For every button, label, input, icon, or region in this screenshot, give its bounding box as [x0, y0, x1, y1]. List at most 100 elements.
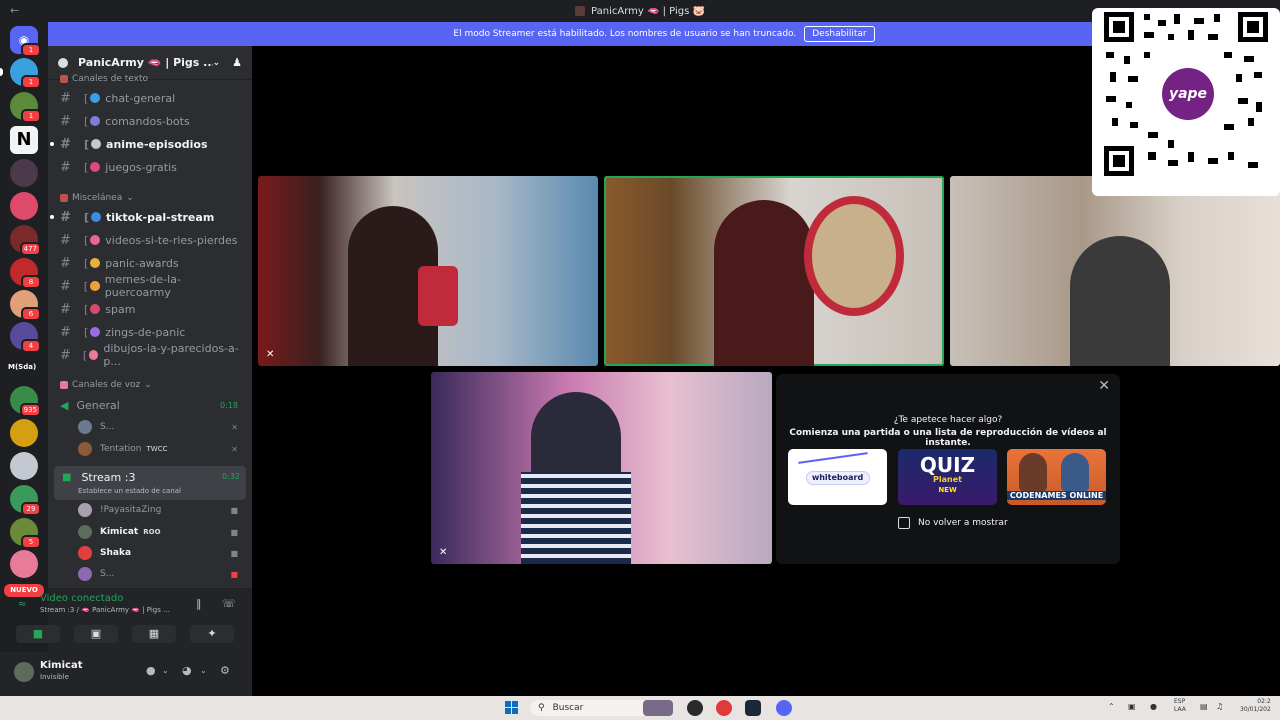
category-icon [60, 75, 68, 83]
server-icon[interactable]: 6 [10, 290, 41, 321]
opera-icon[interactable] [716, 700, 732, 716]
server-icon[interactable]: 5 [10, 518, 41, 549]
server-icon[interactable]: 1 [10, 92, 41, 123]
voice-user[interactable]: Tentation TWCC ✕ [78, 439, 244, 459]
voice-user[interactable]: Shaka ■ [78, 543, 244, 563]
server-icon[interactable]: 477 [10, 225, 41, 256]
avatar[interactable] [14, 662, 34, 682]
clock[interactable]: 02:2 30/01/202 [1240, 698, 1271, 714]
volume-icon[interactable]: ♫ [1216, 702, 1223, 711]
widget-icon[interactable] [643, 700, 673, 716]
category-voice-channels[interactable]: Canales de voz ⌄ [60, 380, 152, 390]
close-icon[interactable]: ✕ [1098, 378, 1110, 394]
app-icon[interactable] [687, 700, 703, 716]
channel-zings-de-panic[interactable]: # [zings-de-panic [56, 322, 244, 342]
channel-name: tiktok-pal-stream [106, 210, 215, 224]
voice-user[interactable]: S... ■ [78, 564, 244, 584]
server-icon[interactable]: 29 [10, 485, 41, 516]
voice-user[interactable]: !PayasitaZing ■ [78, 500, 244, 520]
channel-spam[interactable]: # [spam [56, 299, 244, 319]
server-icon[interactable] [10, 419, 38, 447]
dont-show-label[interactable]: No volver a mostrar [918, 518, 1008, 528]
channel-panic-awards[interactable]: # [panic-awards [56, 253, 244, 273]
hash-icon: # [60, 301, 71, 317]
activities-button[interactable]: ▦ [132, 625, 176, 643]
channel-tiktok-pal-stream[interactable]: # [tiktok-pal-stream [50, 207, 244, 227]
server-icon[interactable] [10, 192, 38, 220]
channel-chat-general[interactable]: # [chat-general [56, 88, 244, 108]
server-icon[interactable] [10, 452, 38, 480]
server-icon[interactable] [10, 159, 38, 187]
camera-button[interactable]: ■ [16, 625, 60, 643]
chevron-up-icon[interactable]: ⌃ [1108, 702, 1115, 711]
back-arrow-icon[interactable]: ← [10, 4, 19, 17]
headphones-icon[interactable]: ◕ [182, 664, 192, 677]
add-user-icon[interactable]: ♟ [232, 56, 242, 69]
microphone-tray-icon[interactable]: ● [1150, 702, 1157, 711]
activity-card-whiteboard[interactable]: whiteboard [788, 449, 887, 505]
channel-status[interactable]: Establece un estado de canal [78, 487, 181, 495]
discord-icon[interactable] [776, 700, 792, 716]
date: 30/01/202 [1240, 706, 1271, 713]
disable-streamer-button[interactable]: Deshabilitar [804, 26, 875, 42]
taskbar-search[interactable]: ⚲ Buscar [530, 700, 652, 716]
hash-icon: # [60, 324, 71, 340]
channel-name: videos-si-te-ries-pierdes [105, 233, 238, 247]
chevron-down-icon[interactable]: ⌄ [200, 666, 207, 675]
voice-channel-stream[interactable]: ■ Stream :3 Establece un estado de canal … [54, 466, 246, 500]
video-tile[interactable]: ✕ [258, 176, 598, 366]
video-tile[interactable]: ✕ [431, 372, 772, 564]
server-icon[interactable] [10, 550, 38, 578]
channel-anime-episodios[interactable]: # [anime-episodios [50, 134, 244, 154]
server-icon[interactable]: 8 [10, 258, 41, 289]
screen-share-button[interactable]: ▣ [74, 625, 118, 643]
badge: 5 [21, 535, 41, 549]
dont-show-checkbox[interactable] [898, 517, 910, 529]
voice-status[interactable]: Video conectado [40, 593, 123, 604]
user-name: S... [100, 422, 115, 432]
server-icon[interactable]: N [10, 126, 38, 154]
network-icon[interactable]: ▤ [1200, 702, 1208, 711]
channel-name: chat-general [105, 91, 176, 105]
channel-comandos-bots[interactable]: # [comandos-bots [56, 111, 244, 131]
hash-icon: # [60, 347, 71, 363]
hash-icon: # [60, 113, 71, 129]
channel-videos-si-te-ries-pierdes[interactable]: # [videos-si-te-ries-pierdes [56, 230, 244, 250]
soundboard-button[interactable]: ✦ [190, 625, 234, 643]
category-miscelanea[interactable]: Miscelánea ⌄ [60, 193, 134, 203]
settings-gear-icon[interactable]: ⚙ [220, 664, 230, 677]
video-tile[interactable] [950, 176, 1280, 366]
channel-dibujos-ia[interactable]: # [dibujos-ia-y-parecidos-a-p... [56, 342, 244, 368]
category-text-channels[interactable]: Canales de texto [60, 74, 148, 84]
channel-memes-de-la-puercoarmy[interactable]: # [memes-de-la-puercoarmy [56, 273, 244, 299]
server-icon[interactable]: 935 [10, 386, 41, 417]
security-icon[interactable]: ▣ [1128, 702, 1136, 711]
voice-user[interactable]: S... ✕ [78, 417, 244, 437]
steam-icon[interactable] [745, 700, 761, 716]
windows-start-icon[interactable] [505, 701, 519, 715]
server-icon[interactable]: 4 [10, 322, 41, 353]
signal-icon[interactable]: ≈ [18, 599, 26, 610]
microphone-icon[interactable]: ● [146, 664, 156, 677]
badge: 29 [21, 502, 41, 516]
server-icon[interactable]: 1 [10, 58, 41, 89]
channel-juegos-gratis[interactable]: # [juegos-gratis [56, 157, 244, 177]
home-discord-icon[interactable]: ◉ 1 [10, 26, 41, 57]
chevron-down-icon[interactable]: ⌄ [213, 58, 221, 68]
disconnect-icon[interactable]: ☏ [222, 597, 236, 610]
server-text-icon[interactable]: M(Sda) [8, 363, 36, 371]
voice-status-text: Video conectado [40, 593, 124, 604]
activity-card-codenames[interactable]: CODENAMES ONLINE [1007, 449, 1106, 505]
noise-suppression-icon[interactable]: ‖ [196, 597, 202, 610]
bracket-icon: [ [84, 137, 90, 151]
language-indicator[interactable]: ESP LAA [1174, 698, 1186, 714]
voice-channel-general[interactable]: ◀ General 0:18 [56, 395, 244, 415]
chevron-down-icon[interactable]: ⌄ [162, 666, 169, 675]
voice-user[interactable]: Kimicat ROO ■ [78, 522, 244, 542]
channel-emoji-icon [90, 327, 101, 337]
channel-emoji-icon [90, 281, 100, 291]
video-tile-speaking[interactable] [604, 176, 944, 366]
activity-prompt: ✕ ¿Te apetece hacer algo? Comienza una p… [776, 374, 1120, 564]
server-name: PanicArmy 🫦 | Pigs ... [78, 56, 213, 69]
activity-card-quiz[interactable]: QUIZ Planet NEW [898, 449, 997, 505]
